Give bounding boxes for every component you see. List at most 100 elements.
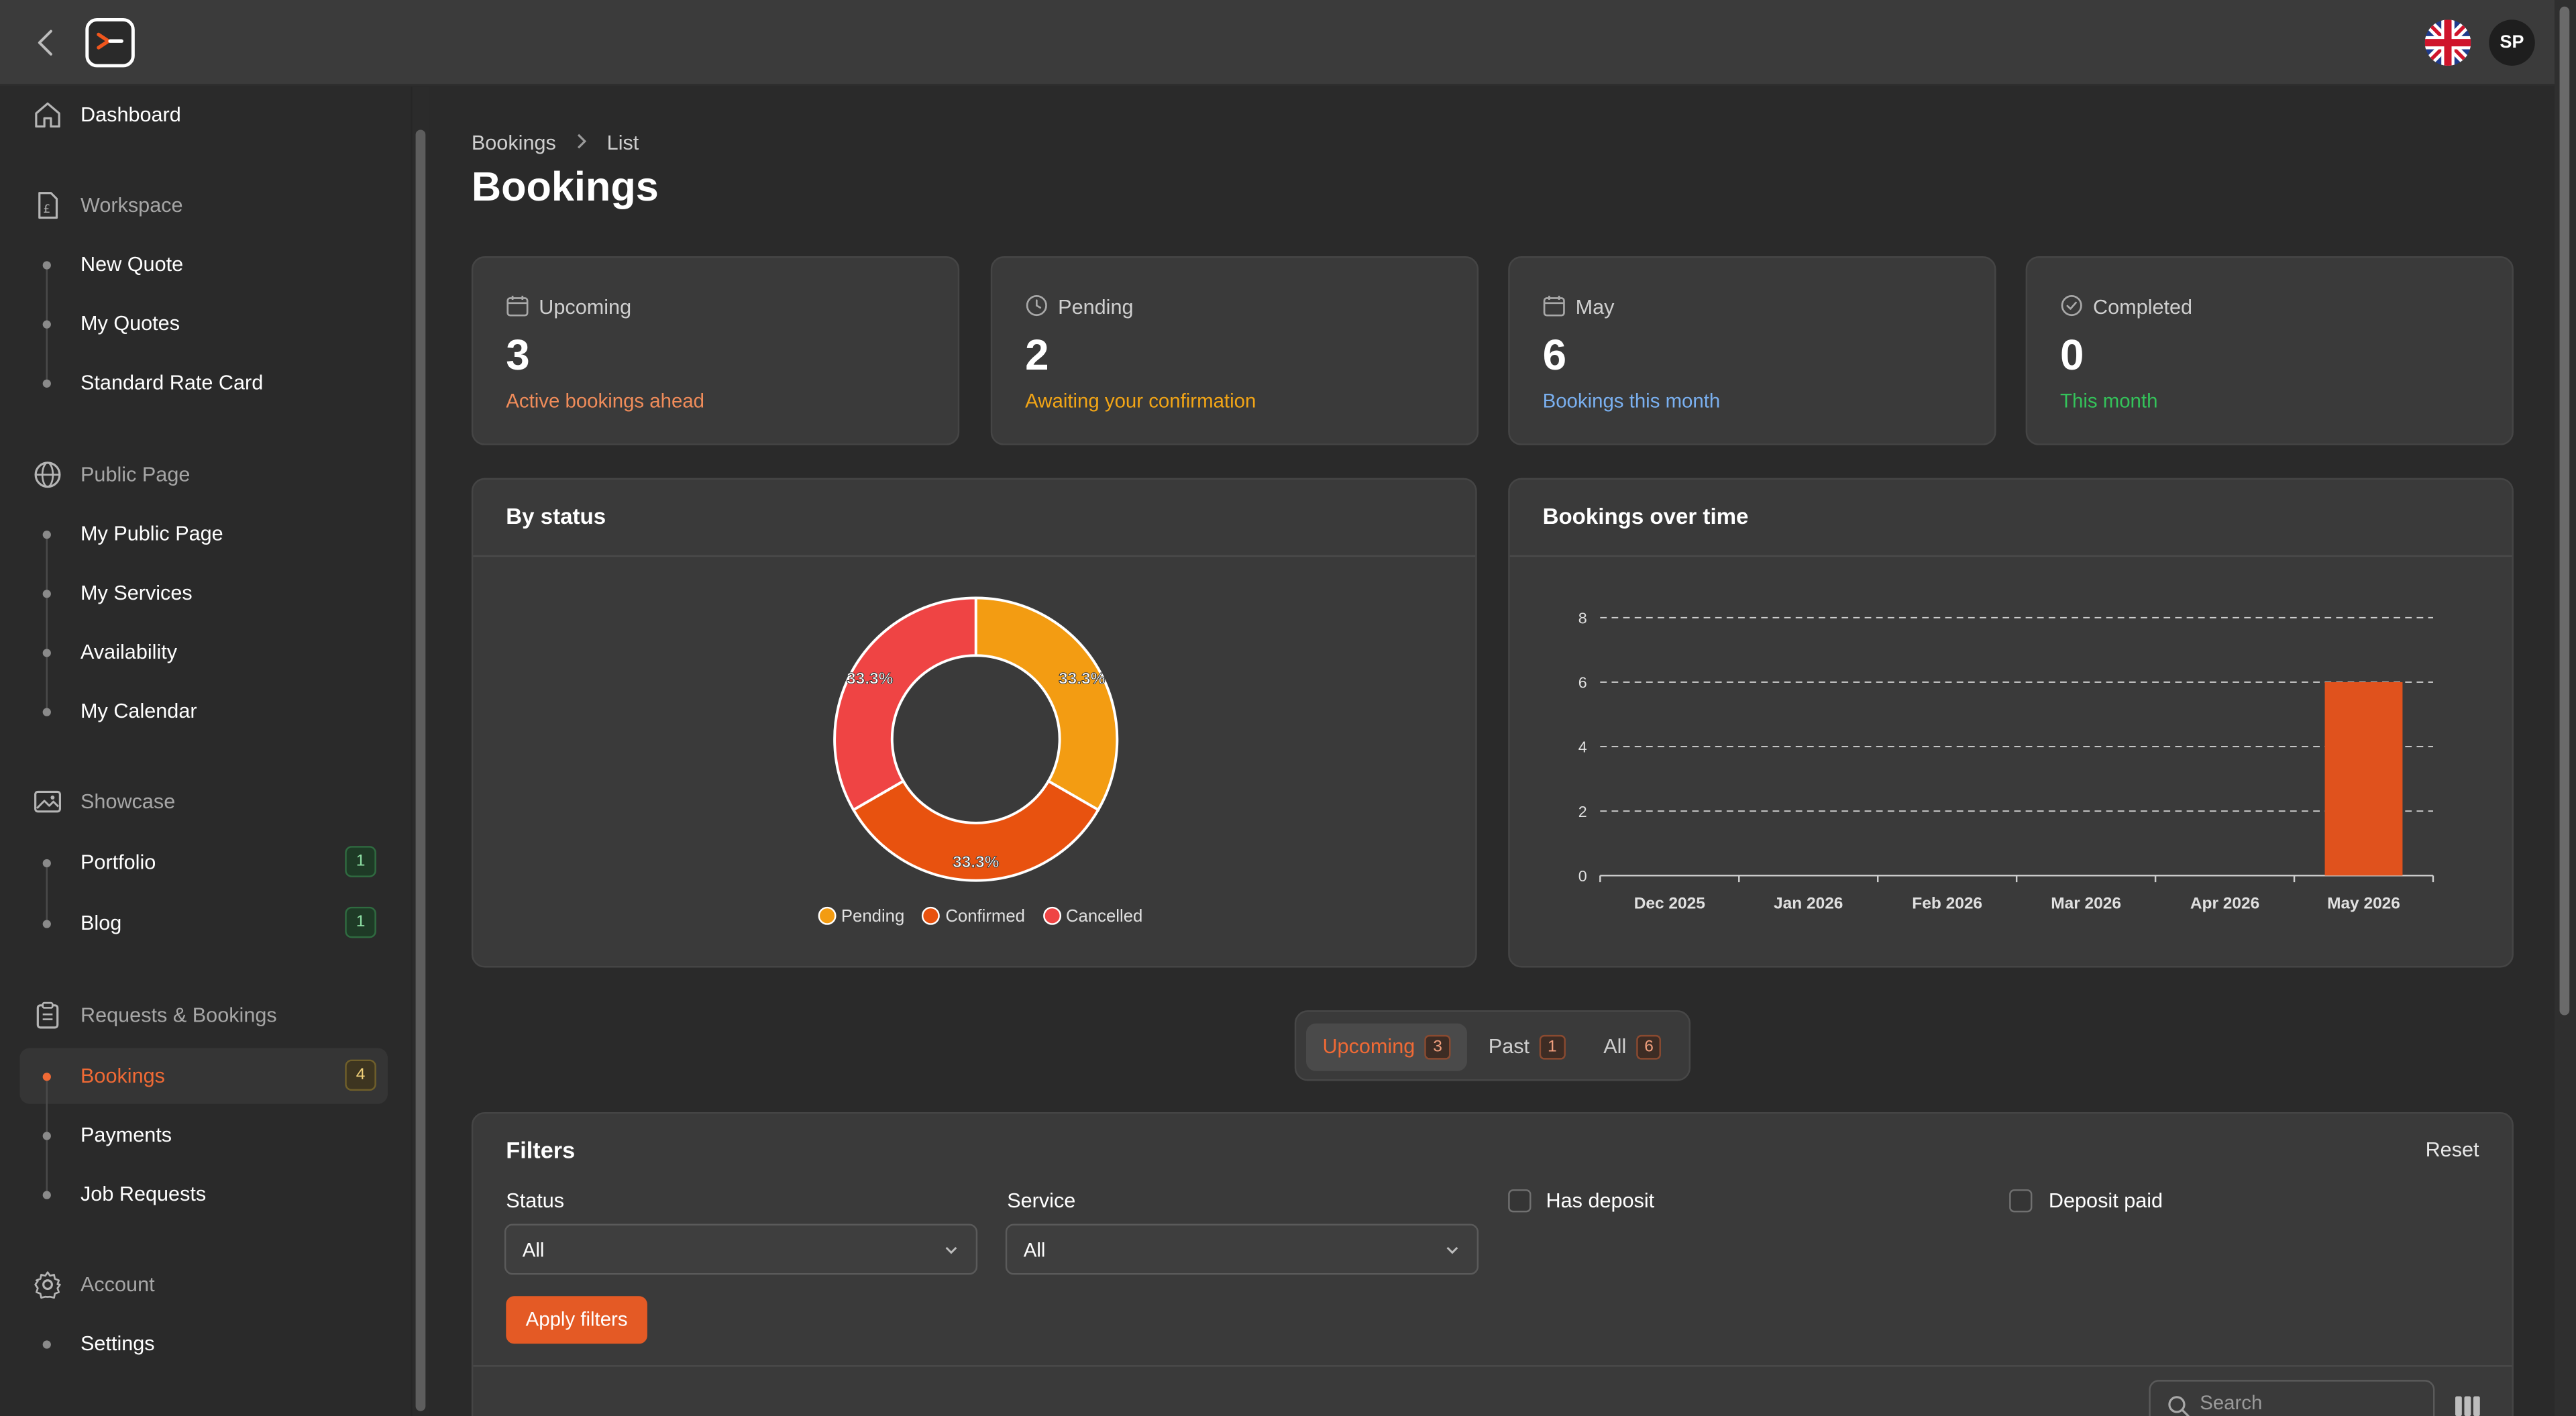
sidebar-item-job-requests[interactable]: Job Requests bbox=[0, 1178, 411, 1214]
stat-description: This month bbox=[2060, 389, 2158, 413]
service-select[interactable]: All bbox=[1005, 1223, 1479, 1275]
logo-icon bbox=[97, 32, 123, 50]
search-icon bbox=[2168, 1396, 2190, 1416]
clock-icon bbox=[1026, 294, 1047, 317]
back-arrow-icon[interactable] bbox=[30, 25, 62, 61]
tab-all[interactable]: All 6 bbox=[1603, 1024, 1679, 1071]
tree-dot bbox=[42, 1191, 51, 1199]
user-avatar[interactable]: SP bbox=[2489, 19, 2535, 66]
tree-dot bbox=[42, 320, 51, 329]
sidebar-item-my-services[interactable]: My Services bbox=[0, 577, 411, 613]
sidebar-item-label: Showcase bbox=[80, 789, 176, 814]
invoice-icon: £ bbox=[38, 192, 58, 219]
sidebar-section-showcase[interactable]: Showcase bbox=[0, 785, 411, 822]
stat-value: 3 bbox=[506, 330, 530, 380]
tab-count: 6 bbox=[1635, 1034, 1662, 1060]
slice-data-label: 33.3% bbox=[847, 669, 894, 688]
sidebar-item-new-quote[interactable]: New Quote bbox=[0, 248, 411, 284]
legend-item-confirmed[interactable]: Confirmed bbox=[922, 906, 1025, 926]
sidebar-item-my-public-page[interactable]: My Public Page bbox=[0, 517, 411, 553]
has-deposit-label: Has deposit bbox=[1546, 1189, 1655, 1213]
sidebar-scrollbar[interactable] bbox=[411, 87, 429, 1416]
globe-icon bbox=[34, 461, 61, 488]
apply-filters-button[interactable]: Apply filters bbox=[506, 1296, 647, 1344]
status-chart-panel: By status 33.3% 33.3% 33.3% Pending Confir… bbox=[471, 478, 1477, 968]
breadcrumb: Bookings List bbox=[472, 129, 639, 154]
chevron-down-icon bbox=[1446, 1246, 1458, 1254]
sidebar-item-label: My Quotes bbox=[80, 312, 180, 335]
page-scrollbar[interactable] bbox=[2555, 0, 2576, 1416]
sidebar-section-requests-bookings[interactable]: Requests & Bookings bbox=[0, 999, 411, 1035]
tab-label: Upcoming bbox=[1322, 1034, 1415, 1058]
tree-dot bbox=[42, 1132, 51, 1140]
y-tick-label: 0 bbox=[1578, 867, 1587, 885]
breadcrumb-current: List bbox=[606, 131, 639, 154]
sidebar-item-my-calendar[interactable]: My Calendar bbox=[0, 695, 411, 731]
tree-dot bbox=[42, 261, 51, 270]
deposit-paid-checkbox[interactable] bbox=[2009, 1189, 2033, 1213]
clipboard-icon bbox=[36, 1001, 59, 1029]
search-input[interactable] bbox=[2200, 1391, 2414, 1415]
tab-label: Past bbox=[1488, 1034, 1530, 1058]
sidebar-item-portfolio[interactable]: Portfolio 1 bbox=[0, 846, 411, 882]
page-scroll-thumb[interactable] bbox=[2559, 6, 2570, 1016]
sidebar-item-dashboard[interactable]: Dashboard bbox=[0, 99, 411, 135]
legend-item-pending[interactable]: Pending bbox=[818, 906, 905, 927]
tab-past[interactable]: Past 1 bbox=[1489, 1024, 1587, 1071]
uk-flag-icon[interactable] bbox=[2424, 19, 2471, 66]
chart-legend: Pending Confirmed Cancelled bbox=[818, 906, 1156, 927]
count-badge: 1 bbox=[345, 846, 376, 877]
chevron-right-icon bbox=[575, 131, 588, 154]
service-filter-label: Service bbox=[1007, 1189, 1076, 1213]
booking-tabs: Upcoming 3 Past 1 All 6 bbox=[1294, 1010, 1691, 1081]
sidebar-item-label: My Public Page bbox=[80, 522, 223, 546]
has-deposit-checkbox[interactable] bbox=[1508, 1189, 1532, 1213]
sidebar-item-blog[interactable]: Blog 1 bbox=[0, 906, 411, 943]
legend-label: Pending bbox=[841, 906, 905, 927]
sidebar-scroll-thumb[interactable] bbox=[415, 129, 426, 1411]
sidebar-item-availability[interactable]: Availability bbox=[0, 636, 411, 672]
sidebar-item-payments[interactable]: Payments bbox=[0, 1119, 411, 1155]
stat-description: Bookings this month bbox=[1542, 389, 1721, 413]
stat-label: May bbox=[1575, 295, 1615, 319]
tab-count: 3 bbox=[1424, 1034, 1451, 1060]
sidebar: Dashboard £ Workspace New Quote My Quote… bbox=[0, 87, 411, 1416]
search-box[interactable] bbox=[2149, 1380, 2435, 1416]
x-tick-label: Mar 2026 bbox=[2051, 894, 2121, 912]
sidebar-item-settings[interactable]: Settings bbox=[0, 1327, 411, 1364]
columns-icon[interactable] bbox=[2455, 1395, 2481, 1416]
donut-slice-pending[interactable] bbox=[974, 596, 1119, 812]
image-icon bbox=[34, 790, 61, 813]
filters-panel: Filters Reset Status All Service All Has… bbox=[471, 1111, 2514, 1416]
sidebar-section-account[interactable]: Account bbox=[0, 1268, 411, 1305]
donut-slice-cancelled[interactable] bbox=[833, 596, 977, 812]
legend-item-cancelled[interactable]: Cancelled bbox=[1042, 906, 1142, 926]
sidebar-item-my-quotes[interactable]: My Quotes bbox=[0, 307, 411, 343]
calendar-icon bbox=[1543, 295, 1565, 317]
x-tick-label: Dec 2025 bbox=[1634, 894, 1705, 912]
breadcrumb-bookings-link[interactable]: Bookings bbox=[472, 131, 556, 154]
filters-divider bbox=[473, 1365, 2512, 1367]
sidebar-item-label: Bookings bbox=[80, 1064, 165, 1088]
sidebar-item-label: Workspace bbox=[80, 193, 183, 217]
reset-filters-link[interactable]: Reset bbox=[2426, 1138, 2479, 1161]
legend-swatch bbox=[922, 906, 941, 925]
sidebar-item-label: Payments bbox=[80, 1124, 172, 1147]
sidebar-section-public-page[interactable]: Public Page bbox=[0, 458, 411, 494]
slice-data-label: 33.3% bbox=[1059, 669, 1106, 688]
app-logo[interactable] bbox=[85, 17, 135, 68]
sidebar-section-workspace[interactable]: £ Workspace bbox=[0, 189, 411, 225]
x-tick-label: Feb 2026 bbox=[1912, 894, 1982, 912]
y-tick-label: 8 bbox=[1578, 609, 1587, 627]
tab-upcoming[interactable]: Upcoming 3 bbox=[1305, 1023, 1467, 1071]
time-chart-panel: Bookings over time 0 2 4 6 8 Dec 2025 Jan 2026… bbox=[1508, 478, 2514, 968]
sidebar-item-label: My Services bbox=[80, 581, 193, 605]
bar-may-2026[interactable] bbox=[2324, 682, 2403, 876]
sidebar-item-standard-rate-card[interactable]: Standard Rate Card bbox=[0, 366, 411, 402]
sidebar-item-label: Availability bbox=[80, 641, 178, 664]
stat-card-header: Pending bbox=[1025, 294, 1134, 319]
sidebar-item-label: Job Requests bbox=[80, 1183, 207, 1206]
sidebar-item-bookings[interactable]: Bookings 4 bbox=[0, 1059, 411, 1096]
bar-chart: 0 2 4 6 8 Dec 2025 Jan 2026 Feb 2026 Mar 2026 Apr… bbox=[1578, 609, 2434, 912]
status-select[interactable]: All bbox=[504, 1223, 978, 1275]
